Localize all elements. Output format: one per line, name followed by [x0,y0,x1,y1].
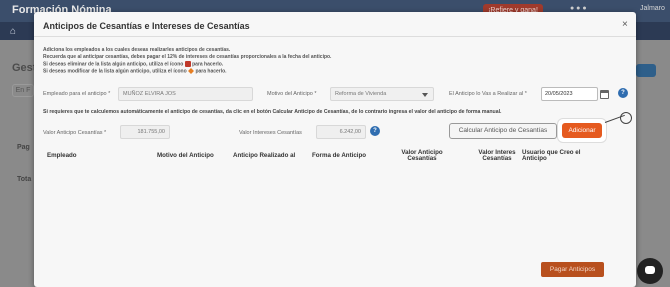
instruction-line: Si deseas modificar de la lista algún an… [43,68,227,74]
modal-divider [34,36,636,37]
adicionar-highlight: Adicionar [558,119,606,142]
anticipos-modal: Anticipos de Cesantías e Intereses de Ce… [34,12,636,287]
close-icon[interactable]: × [622,19,628,30]
header-valor-intereses: Valor Interes Cesantías [478,149,516,162]
header-anticipo-realizado: Anticipo Realizado al [233,152,296,159]
calendar-icon[interactable] [600,90,609,99]
header-usuario: Usuario que Creo el Anticipo [522,149,581,162]
help-icon[interactable]: ? [370,126,380,136]
instruction-suffix: para hacerlo. [195,68,227,75]
pag-label: Pag [17,144,30,151]
user-name[interactable]: Jalmaro [640,5,665,12]
motivo-label: Motivo del Anticipo * [267,91,317,97]
total-label: Tota [17,176,32,183]
chat-icon[interactable] [637,258,663,284]
header-icons: ● ● ● [570,5,587,12]
options-button[interactable] [636,64,656,77]
home-icon[interactable]: ⌂ [10,26,22,37]
instruction-line: Si deseas eliminar de la lista algún ant… [43,61,223,67]
instruction-text: Si deseas eliminar de la lista algún ant… [43,61,184,68]
adicionar-button[interactable]: Adicionar [562,123,602,138]
pencil-icon [188,68,195,74]
page-title: Gest [12,62,37,74]
motivo-value: Reforma de Vivienda [335,91,387,97]
help-icon[interactable]: ? [618,88,628,98]
pagar-anticipos-button[interactable]: Pagar Anticipos [541,262,604,277]
instruction-suffix: para hacerlo. [192,61,224,68]
pointer-circle [620,112,632,124]
cesantias-field[interactable]: 181.755,00 [120,125,170,139]
trash-icon [184,61,191,67]
header-motivo: Motivo del Anticipo [157,152,214,159]
motivo-select[interactable]: Reforma de Vivienda [330,87,434,101]
intereses-label: Valor Intereses Cesantías [239,130,302,136]
calcular-anticipo-button[interactable]: Calcular Anticipo de Cesantías [449,123,557,139]
header-empleado: Empleado [47,152,77,159]
chevron-down-icon [422,93,428,97]
intereses-field[interactable]: 6.242,00 [316,125,366,139]
header-forma: Forma de Anticipo [312,152,367,159]
cesantias-label: Valor Anticipo Cesantías * [43,130,107,136]
employee-field[interactable]: MUÑOZ ELVIRA JOS [118,87,253,101]
fecha-label: El Anticipo lo Vas a Realizar al * [449,91,527,97]
employee-label: Empleado para el anticipo * [43,91,111,97]
modal-title: Anticipos de Cesantías e Intereses de Ce… [43,21,250,31]
instruction-line: Recuerda que al anticipar cesantías, deb… [43,54,332,60]
calc-note: Si requieres que te calculemos automátic… [43,109,502,115]
header-valor-cesantias: Valor Anticipo Cesantías [401,149,443,162]
filter-chip[interactable]: En F [12,84,34,97]
fecha-input[interactable]: 20/05/2023 [541,87,598,101]
instruction-line: Adiciona los empleados a los cuales dese… [43,47,231,53]
instruction-text: Si deseas modificar de la lista algún an… [43,68,187,75]
